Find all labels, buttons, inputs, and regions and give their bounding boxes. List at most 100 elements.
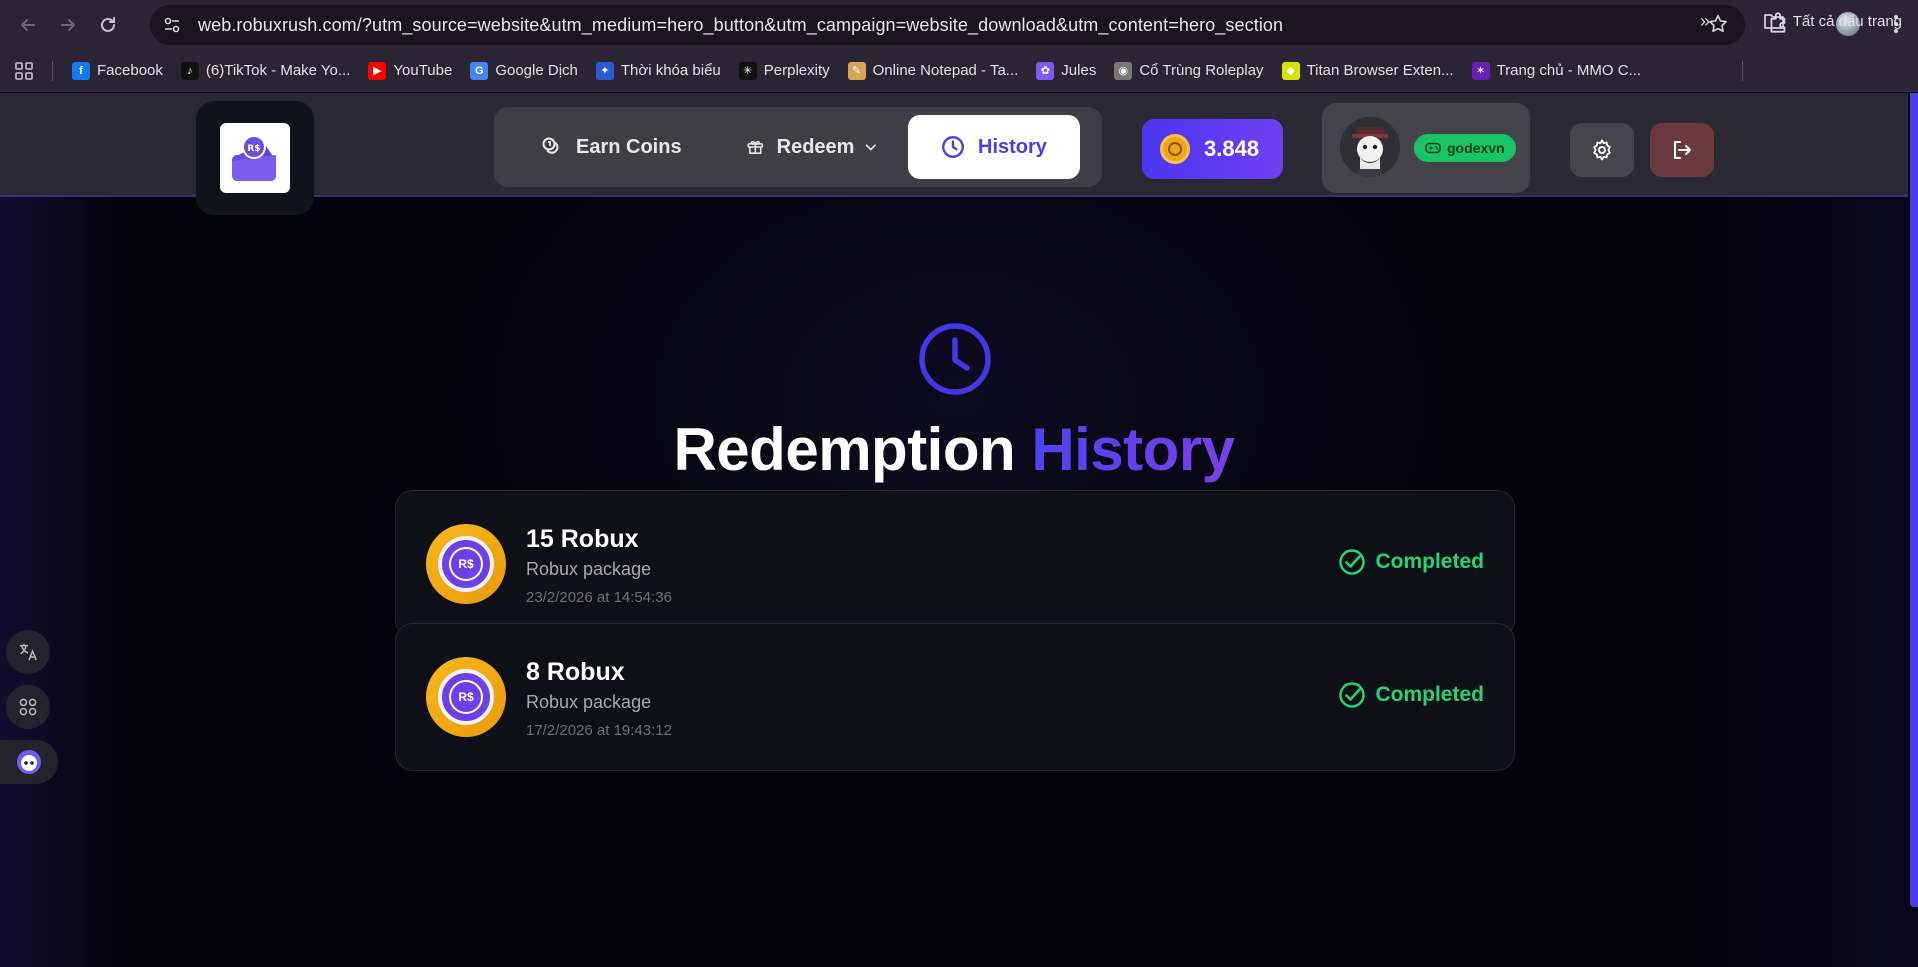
gear-icon [1593,139,1611,161]
tab-history[interactable]: History [908,115,1080,179]
bookmark-item[interactable]: f Facebook [63,56,172,86]
site-logo[interactable]: R$ [196,101,314,215]
bookmark-label: Online Notepad - Ta... [872,62,1019,79]
bookmark-item[interactable]: ▶ YouTube [359,56,461,86]
bookmark-list: f Facebook ♪ (6)TikTok - Make Yo... ▶ YouTube… [63,56,1650,86]
all-bookmarks-label: Tất cả dấu trang [1792,12,1902,30]
status-badge: Completed [1338,548,1484,576]
chevron-down-icon [866,144,877,151]
bookmark-label: (6)TikTok - Make Yo... [205,62,351,79]
status-label: Completed [1375,683,1484,706]
tab-label: Redeem [776,135,855,158]
status-label: Completed [1375,550,1484,573]
translate-icon [19,643,37,661]
redemption-card: R$ 15 Robux Robux package 23/2/2026 at 14:5… [395,490,1515,638]
bookmark-label: YouTube [393,62,453,79]
bookmark-favicon-icon: ✳ [738,61,757,80]
forward-button[interactable] [48,5,88,45]
gamepad-icon [1425,142,1441,154]
gift-icon [747,140,764,154]
bookmark-label: Trang chủ - MMO C... [1496,62,1642,79]
logout-button[interactable] [1650,123,1714,177]
user-profile[interactable]: godexvn [1322,103,1530,193]
wallet-logo-icon: R$ [232,135,276,181]
bookmark-item[interactable]: G Google Dịch [461,56,587,86]
redemption-date: 17/2/2026 at 19:43:12 [526,722,672,739]
redemption-subtitle: Robux package [526,559,652,579]
coins-icon [542,137,559,154]
tab-label: History [978,135,1047,158]
all-bookmarks-button[interactable]: Tất cả dấu trang [1763,6,1902,36]
coin-balance[interactable]: 3.848 [1142,119,1283,179]
bookmark-label: Perplexity [763,62,830,79]
apps-grid-icon[interactable] [0,61,48,81]
check-circle-icon [1339,549,1366,575]
username-badge: godexvn [1414,134,1516,162]
arrow-right-icon [61,19,75,31]
redemption-subtitle: Robux package [526,692,652,712]
bookmark-favicon-icon: ◆ [1281,61,1300,80]
assistant-face-icon [17,750,41,774]
bookmark-favicon-icon: ◉ [1114,61,1133,80]
bookmark-item[interactable]: ✦ Thời khóa biểu [587,56,730,86]
bookmark-favicon-icon: ✶ [1471,61,1490,80]
settings-button[interactable] [1570,123,1634,177]
reload-button[interactable] [88,5,128,45]
assistant-button[interactable] [0,740,58,784]
folder-icon [1763,14,1784,29]
main-nav: Earn Coins Redeem History [494,107,1102,187]
bookmarks-separator [1742,61,1743,81]
check-circle-icon [1339,682,1366,708]
robux-icon: R$ [426,657,506,737]
clock-icon [942,136,964,158]
bookmark-favicon-icon: ✎ [847,61,866,80]
redemption-title: 15 Robux [526,525,639,553]
bookmark-item[interactable]: ◉ Cổ Trùng Roleplay [1105,56,1272,86]
bookmark-item[interactable]: ✿ Jules [1027,56,1105,86]
bookmark-item[interactable]: ♪ (6)TikTok - Make Yo... [172,56,360,86]
bookmark-item[interactable]: ◆ Titan Browser Exten... [1273,56,1463,86]
bookmark-label: Thời khóa biểu [620,62,721,79]
page-title: Redemption History [0,415,1908,484]
bookmark-label: Jules [1061,62,1097,79]
history-clock-icon [918,322,992,401]
widgets-button[interactable] [6,685,50,729]
grid-icon [19,698,37,716]
svg-text:R$: R$ [247,144,260,154]
bookmark-favicon-icon: ♪ [180,61,199,80]
bookmark-item[interactable]: ✶ Trang chủ - MMO C... [1463,56,1650,86]
bookmark-favicon-icon: ✿ [1036,61,1055,80]
address-bar[interactable]: web.robuxrush.com/?utm_source=website&ut… [150,5,1745,45]
tab-redeem[interactable]: Redeem [708,115,898,179]
back-button[interactable] [8,5,48,45]
translate-button[interactable] [6,630,50,674]
page: Earn Coins Redeem History 3.848 godexvn … [0,93,1918,967]
logout-icon [1674,141,1691,159]
bookmark-favicon-icon: ▶ [368,61,387,80]
site-info-icon[interactable] [152,5,192,45]
reload-icon [101,17,115,32]
bookmarks-overflow-button[interactable]: » [1700,11,1710,32]
coin-balance-value: 3.848 [1204,136,1260,161]
redemption-title: 8 Robux [526,658,625,686]
bookmark-favicon-icon: G [470,61,489,80]
url-text[interactable]: web.robuxrush.com/?utm_source=website&ut… [198,15,1283,36]
bookmarks-separator [52,60,53,81]
bookmark-item[interactable]: ✳ Perplexity [730,56,839,86]
bookmark-favicon-icon: f [72,61,90,80]
tab-earn-coins[interactable]: Earn Coins [500,115,708,179]
bookmark-item[interactable]: ✎ Online Notepad - Ta... [839,56,1028,86]
scrollbar[interactable] [1910,93,1918,907]
coin-icon [1160,134,1190,164]
bookmark-star-icon[interactable] [1707,13,1729,40]
page-title-accent: History [1031,416,1235,483]
bookmark-label: Google Dịch [495,62,578,79]
username: godexvn [1447,140,1505,156]
avatar [1340,117,1400,177]
bookmark-label: Cổ Trùng Roleplay [1139,62,1264,79]
redemption-date: 23/2/2026 at 14:54:36 [526,589,672,606]
page-title-main: Redemption [673,416,1016,483]
bookmark-favicon-icon: ✦ [595,61,614,80]
redemption-card: R$ 8 Robux Robux package 17/2/2026 at 19:43… [395,623,1515,771]
bookmarks-bar: f Facebook ♪ (6)TikTok - Make Yo... ▶ YouTube… [0,50,1918,92]
